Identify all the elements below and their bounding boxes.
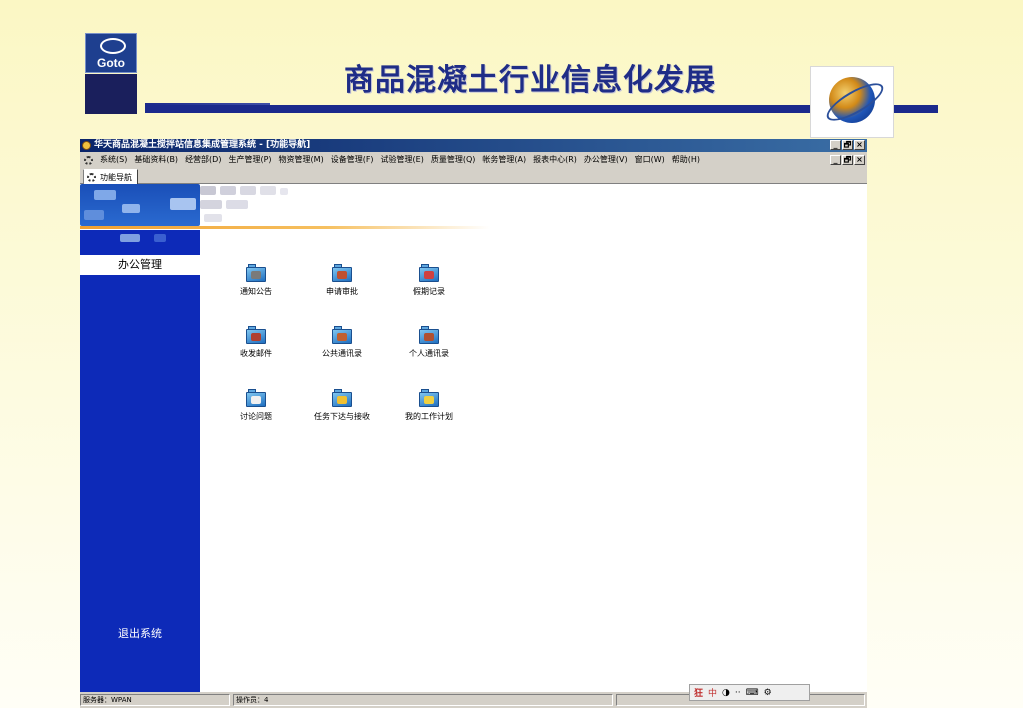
module-label: 我的工作计划 — [405, 412, 453, 421]
work-plan-folder-icon — [419, 389, 439, 407]
child-minimize-button[interactable]: _ — [830, 155, 841, 165]
window-title: 华天商品混凝土搅拌站信息集成管理系统 - [功能导航] — [94, 140, 311, 150]
module-notice[interactable]: 通知公告 — [216, 264, 296, 297]
module-label: 任务下达与接收 — [314, 412, 370, 421]
public-contacts-folder-icon — [332, 326, 352, 344]
banner-tile — [204, 214, 222, 222]
menu-bar: 系统(S) 基础资料(B) 经营部(D) 生产管理(P) 物资管理(M) 设备管… — [80, 152, 867, 168]
module-personal-contacts[interactable]: 个人通讯录 — [389, 326, 469, 359]
banner-tile — [220, 186, 236, 195]
banner-tile — [280, 188, 288, 195]
menu-reports[interactable]: 报表中心(R) — [533, 154, 577, 166]
banner-tile — [200, 200, 222, 209]
module-leave-record[interactable]: 假期记录 — [389, 264, 469, 297]
menu-quality[interactable]: 质量管理(Q) — [431, 154, 476, 166]
module-mail[interactable]: 收发邮件 — [216, 326, 296, 359]
ime-moon-icon[interactable]: ◑ — [722, 688, 730, 698]
menu-system[interactable]: 系统(S) — [100, 154, 127, 166]
tab-gear-icon — [87, 172, 96, 182]
menu-production[interactable]: 生产管理(P) — [228, 154, 271, 166]
content-area: 办公管理 退出系统 通知公告 申请审批 假期记录 收发邮件 公共通讯录 个人通讯… — [80, 184, 867, 692]
module-task[interactable]: 任务下达与接收 — [302, 389, 382, 422]
child-close-button[interactable]: × — [854, 155, 865, 165]
ime-mode[interactable]: 中 — [708, 686, 717, 699]
menu-business[interactable]: 经营部(D) — [185, 154, 221, 166]
ime-toolbar[interactable]: 狂 中 ◑ ·· ⌨ ⚙ — [689, 684, 810, 701]
menu-window[interactable]: 窗口(W) — [635, 154, 665, 166]
module-label: 通知公告 — [240, 287, 272, 296]
module-label: 收发邮件 — [240, 349, 272, 358]
tab-label: 功能导航 — [100, 172, 132, 182]
task-folder-icon — [332, 389, 352, 407]
menu-materials[interactable]: 物资管理(M) — [279, 154, 324, 166]
menu-help[interactable]: 帮助(H) — [672, 154, 700, 166]
menu-equipment[interactable]: 设备管理(F) — [331, 154, 374, 166]
status-server: 服务器：WPAN — [80, 694, 230, 706]
restore-button[interactable]: 🗗 — [842, 140, 853, 150]
menu-testing[interactable]: 试验管理(E) — [381, 154, 424, 166]
ime-settings-icon[interactable]: ⚙ — [764, 688, 772, 698]
banner-tile — [94, 190, 116, 200]
system-gear-icon[interactable] — [84, 156, 93, 165]
module-label: 公共通讯录 — [322, 349, 362, 358]
logo-ring-icon — [100, 38, 126, 54]
banner-orange-line — [80, 226, 490, 229]
logo-text: Goto — [97, 56, 125, 70]
status-operator: 操作员：4 — [233, 694, 613, 706]
exit-system-button[interactable]: 退出系统 — [80, 625, 200, 641]
child-window-controls: _ 🗗 × — [830, 155, 865, 165]
globe-icon — [810, 66, 894, 138]
banner-tile — [260, 186, 276, 195]
approval-folder-icon — [332, 264, 352, 282]
banner-tile — [170, 198, 196, 210]
ime-keyboard-icon[interactable]: ⌨ — [746, 688, 759, 698]
banner-tile — [122, 204, 140, 213]
sidebar-tile — [120, 234, 140, 242]
banner-tile — [84, 210, 104, 220]
child-restore-button[interactable]: 🗗 — [842, 155, 853, 165]
menu-accounts[interactable]: 帐务管理(A) — [482, 154, 526, 166]
leave-record-folder-icon — [419, 264, 439, 282]
menu-office[interactable]: 办公管理(V) — [584, 154, 628, 166]
module-public-contacts[interactable]: 公共通讯录 — [302, 326, 382, 359]
tab-function-nav[interactable]: 功能导航 — [83, 169, 138, 185]
sidebar-item-office[interactable]: 办公管理 — [80, 255, 200, 275]
discussion-folder-icon — [246, 389, 266, 407]
module-label: 讨论问题 — [240, 412, 272, 421]
module-approval[interactable]: 申请审批 — [302, 264, 382, 297]
window-titlebar[interactable]: 华天商品混凝土搅拌站信息集成管理系统 - [功能导航] _ 🗗 × — [80, 139, 867, 152]
banner-tile — [240, 186, 256, 195]
goto-logo: Goto — [85, 33, 137, 73]
banner-tile — [200, 186, 216, 195]
slide-title: 商品混凝土行业信息化发展 — [344, 63, 716, 98]
ime-label[interactable]: 狂 — [694, 686, 703, 699]
minimize-button[interactable]: _ — [830, 140, 841, 150]
app-window: 华天商品混凝土搅拌站信息集成管理系统 - [功能导航] _ 🗗 × 系统(S) … — [80, 139, 867, 708]
banner-graphic — [80, 184, 867, 232]
module-work-plan[interactable]: 我的工作计划 — [389, 389, 469, 422]
banner-tile — [226, 200, 248, 209]
window-controls: _ 🗗 × — [830, 140, 865, 150]
menu-basic-data[interactable]: 基础资料(B) — [134, 154, 178, 166]
module-label: 个人通讯录 — [409, 349, 449, 358]
tab-row: 功能导航 — [80, 168, 867, 185]
sidebar: 办公管理 退出系统 — [80, 230, 200, 692]
module-label: 假期记录 — [413, 287, 445, 296]
personal-contacts-folder-icon — [419, 326, 439, 344]
decorative-block — [85, 74, 137, 114]
mail-folder-icon — [246, 326, 266, 344]
close-button[interactable]: × — [854, 140, 865, 150]
notice-folder-icon — [246, 264, 266, 282]
sidebar-tile — [154, 234, 166, 242]
module-label: 申请审批 — [326, 287, 358, 296]
module-discussion[interactable]: 讨论问题 — [216, 389, 296, 422]
app-icon[interactable] — [82, 141, 91, 150]
ime-punctuation-icon[interactable]: ·· — [735, 688, 741, 698]
